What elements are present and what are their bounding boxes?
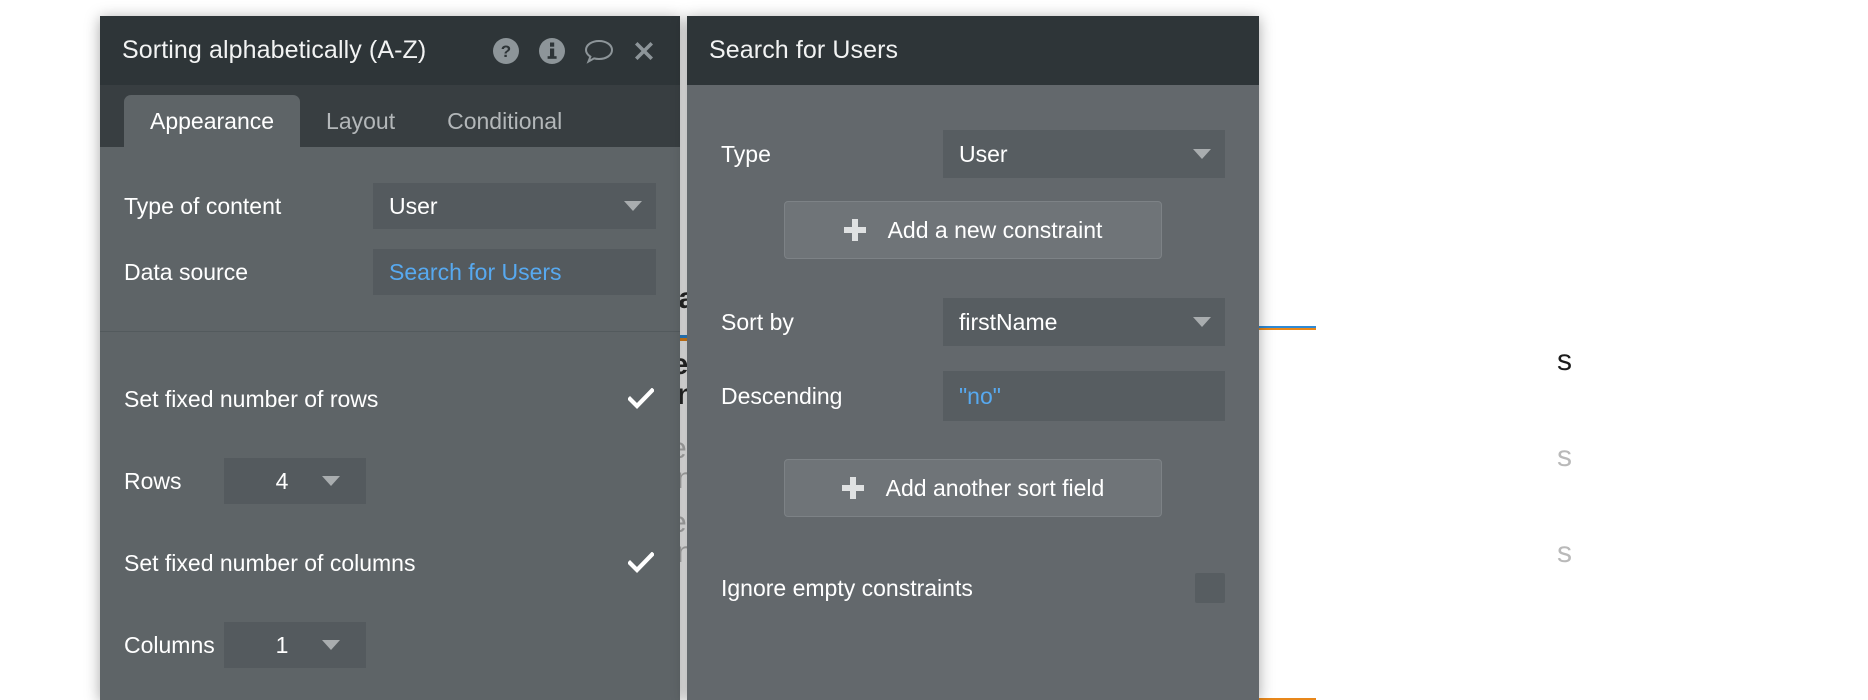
add-another-sort-field-button[interactable]: Add another sort field <box>784 459 1162 517</box>
set-fixed-columns-checkbox[interactable] <box>626 548 656 578</box>
row-set-fixed-columns: Set fixed number of columns <box>100 530 680 596</box>
left-panel-body: Type of content User Data source Search … <box>100 147 680 700</box>
columns-dropdown[interactable]: 1 <box>224 622 366 668</box>
right-panel-title: Search for Users <box>709 36 899 64</box>
chevron-down-icon <box>1193 149 1211 159</box>
check-icon <box>628 552 654 573</box>
left-panel-header-icons: ? <box>492 37 658 65</box>
chevron-down-icon <box>322 476 340 486</box>
sorting-property-panel[interactable]: Sorting alphabetically (A-Z) ? Appearanc… <box>100 16 680 700</box>
sort-by-value: firstName <box>959 308 1058 335</box>
canvas-column-fragment: s <box>1557 440 1572 473</box>
search-for-users-panel[interactable]: Search for Users Type User Add a new con… <box>687 16 1259 700</box>
row-columns: Columns 1 <box>100 612 680 678</box>
descending-label: Descending <box>721 382 843 409</box>
add-another-sort-field-label: Add another sort field <box>885 474 1105 501</box>
check-icon <box>628 388 654 409</box>
row-data-source: Data source Search for Users <box>100 239 680 305</box>
left-panel-tabbar: Appearance Layout Conditional <box>100 85 680 147</box>
help-icon[interactable]: ? <box>492 37 520 65</box>
ignore-empty-constraints-checkbox[interactable] <box>1195 573 1225 603</box>
plus-icon <box>841 477 864 499</box>
chevron-down-icon <box>1193 317 1211 327</box>
chevron-down-icon <box>322 640 340 650</box>
screen-root: G anged by the users rnareenreenreen sss… <box>0 0 1868 700</box>
svg-text:?: ? <box>501 42 511 61</box>
plus-icon <box>843 219 866 241</box>
rows-value: 4 <box>275 467 289 494</box>
row-search-type: Type User <box>687 117 1259 191</box>
descending-field[interactable]: "no" <box>943 371 1225 421</box>
type-of-content-dropdown[interactable]: User <box>373 183 656 229</box>
type-of-content-value: User <box>389 192 438 219</box>
tab-layout[interactable]: Layout <box>300 95 421 147</box>
set-fixed-rows-label: Set fixed number of rows <box>124 385 379 412</box>
row-type-of-content: Type of content User <box>100 173 680 239</box>
left-panel-title: Sorting alphabetically (A-Z) <box>122 36 427 64</box>
right-panel-header: Search for Users <box>687 16 1259 85</box>
close-icon[interactable] <box>630 37 658 65</box>
info-icon[interactable] <box>538 37 566 65</box>
columns-label: Columns <box>124 631 215 658</box>
set-fixed-rows-checkbox[interactable] <box>626 384 656 414</box>
right-panel-body: Type User Add a new constraint Sort by f <box>687 85 1259 700</box>
search-type-value: User <box>959 140 1008 167</box>
chevron-down-icon <box>624 201 642 211</box>
row-ignore-empty-constraints: Ignore empty constraints <box>687 551 1259 625</box>
data-source-label: Data source <box>124 258 249 285</box>
rows-dropdown[interactable]: 4 <box>224 458 366 504</box>
row-set-fixed-rows: Set fixed number of rows <box>100 366 680 432</box>
tab-appearance[interactable]: Appearance <box>124 95 301 147</box>
search-type-dropdown[interactable]: User <box>943 130 1225 178</box>
rows-label: Rows <box>124 467 182 494</box>
columns-value: 1 <box>275 631 289 658</box>
type-of-content-label: Type of content <box>124 192 282 219</box>
canvas-column-fragment: s <box>1557 536 1572 569</box>
add-new-constraint-label: Add a new constraint <box>887 216 1103 243</box>
row-sort-by: Sort by firstName <box>687 285 1259 359</box>
set-fixed-columns-label: Set fixed number of columns <box>124 549 416 576</box>
add-new-constraint-button[interactable]: Add a new constraint <box>784 201 1162 259</box>
sort-by-label: Sort by <box>721 308 794 335</box>
data-source-field[interactable]: Search for Users <box>373 249 656 295</box>
comment-icon[interactable] <box>584 37 614 65</box>
left-panel-header: Sorting alphabetically (A-Z) ? <box>100 16 680 85</box>
canvas-column-fragment: s <box>1557 344 1572 377</box>
row-descending: Descending "no" <box>687 359 1259 433</box>
search-type-label: Type <box>721 140 771 167</box>
ignore-empty-constraints-label: Ignore empty constraints <box>721 574 973 601</box>
tab-conditional[interactable]: Conditional <box>421 95 588 147</box>
descending-value: "no" <box>959 382 1001 409</box>
row-rows: Rows 4 <box>100 448 680 514</box>
sort-by-dropdown[interactable]: firstName <box>943 298 1225 346</box>
data-source-value: Search for Users <box>389 258 562 285</box>
